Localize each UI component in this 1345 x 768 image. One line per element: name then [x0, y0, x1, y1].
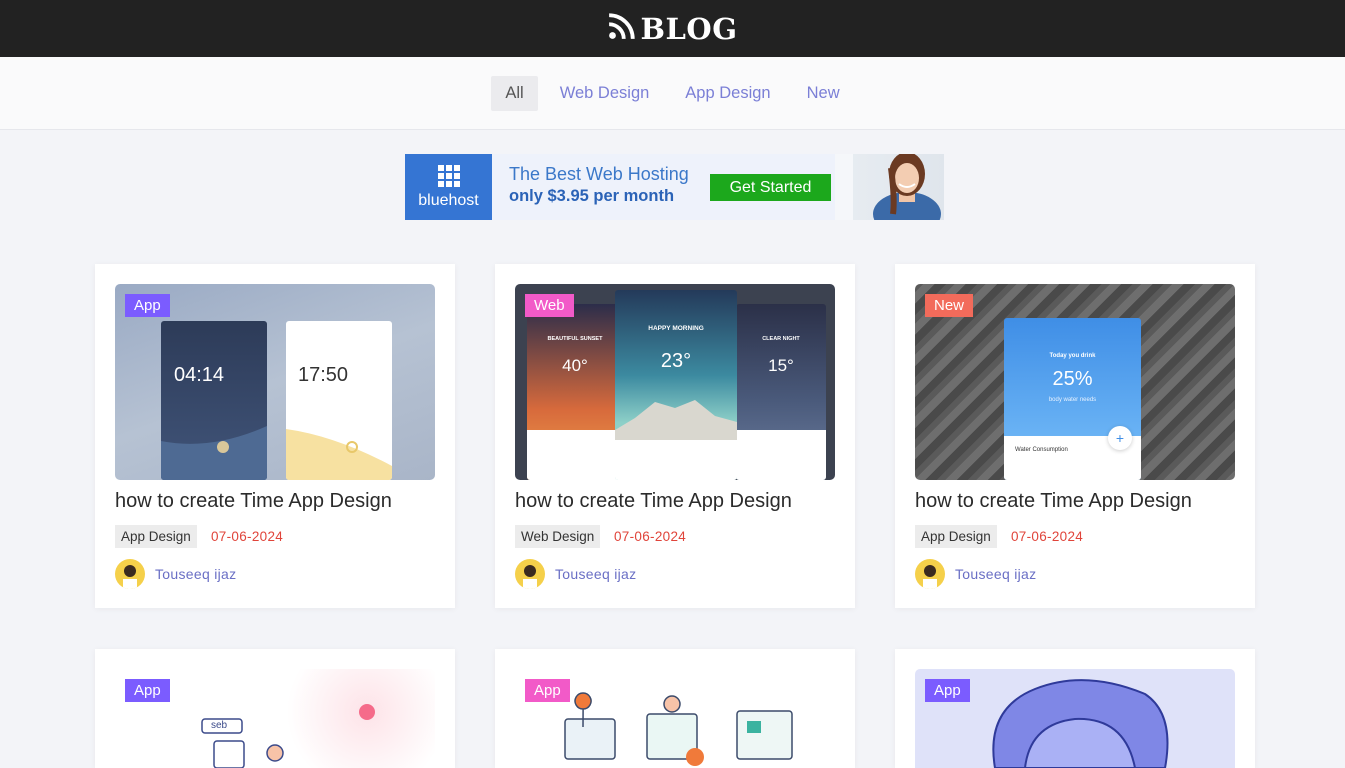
category-filter-bar: All Web Design App Design New: [0, 57, 1345, 130]
filter-all[interactable]: All: [491, 75, 538, 111]
post-title[interactable]: how to create Time App Design: [115, 490, 392, 513]
post-category-tag[interactable]: Web Design: [515, 525, 601, 548]
author-name[interactable]: Touseeq ijaz: [555, 566, 636, 582]
post-author[interactable]: Touseeq ijaz: [515, 559, 636, 589]
tag-text: seb: [211, 720, 228, 731]
phone-mockup-light: 17:50: [286, 321, 392, 480]
site-logo[interactable]: BLOG: [641, 12, 738, 46]
author-name[interactable]: Touseeq ijaz: [155, 566, 236, 582]
post-title[interactable]: how to create Time App Design: [515, 490, 792, 513]
bluehost-logo: bluehost: [405, 154, 492, 220]
avatar: [915, 559, 945, 589]
post-badge: App: [925, 679, 970, 702]
post-thumbnail[interactable]: App: [515, 669, 835, 768]
post-thumbnail[interactable]: New Today you drink 25% body water needs…: [915, 284, 1235, 480]
avatar: [115, 559, 145, 589]
post-badge: New: [925, 294, 974, 317]
add-button[interactable]: +: [1108, 426, 1132, 450]
filter-web-design[interactable]: Web Design: [546, 76, 664, 111]
weather-temp: 15°: [768, 356, 794, 375]
post-card[interactable]: App seb: [95, 649, 455, 768]
post-date: 07-06-2024: [211, 529, 284, 544]
post-thumbnail[interactable]: App 04:14 17:50: [115, 284, 435, 480]
ad-brand: bluehost: [418, 191, 479, 209]
post-thumbnail[interactable]: App: [915, 669, 1235, 768]
phone-mockup-dark: 04:14: [161, 321, 267, 480]
weather-card-night: CLEAR NIGHT 15°: [736, 304, 826, 480]
post-badge: App: [525, 679, 570, 702]
ad-photo: [835, 154, 944, 220]
post-category-tag[interactable]: App Design: [915, 525, 997, 548]
post-badge: Web: [525, 294, 574, 317]
ad-cta-button[interactable]: Get Started: [710, 174, 831, 201]
post-card[interactable]: App: [495, 649, 855, 768]
post-date: 07-06-2024: [1011, 529, 1084, 544]
post-thumbnail[interactable]: App seb: [115, 669, 435, 768]
ad-copy: The Best Web Hosting only $3.95 per mont…: [492, 154, 835, 220]
filter-new[interactable]: New: [793, 76, 854, 111]
ad-banner[interactable]: bluehost The Best Web Hosting only $3.95…: [405, 154, 944, 220]
grid-icon: [437, 164, 460, 187]
post-card[interactable]: App: [895, 649, 1255, 768]
author-name[interactable]: Touseeq ijaz: [955, 566, 1036, 582]
post-badge: App: [125, 294, 170, 317]
weather-card-morning: HAPPY MORNING 23°: [615, 290, 737, 480]
weather-temp: 40°: [562, 356, 588, 375]
water-label: Today you drink: [1049, 353, 1096, 359]
weather-card-sunset: BEAUTIFUL SUNSET 40°: [527, 304, 623, 480]
water-row-label: Water Consumption: [1015, 447, 1068, 453]
post-thumbnail[interactable]: Web BEAUTIFUL SUNSET 40° CLEAR NIGHT 15°…: [515, 284, 835, 480]
rss-icon: [608, 13, 635, 44]
post-title[interactable]: how to create Time App Design: [915, 490, 1192, 513]
post-author[interactable]: Touseeq ijaz: [915, 559, 1036, 589]
avatar: [515, 559, 545, 589]
post-author[interactable]: Touseeq ijaz: [115, 559, 236, 589]
post-category-tag[interactable]: App Design: [115, 525, 197, 548]
weather-label: CLEAR NIGHT: [762, 336, 800, 342]
water-app-mockup: Today you drink 25% body water needs Wat…: [1004, 318, 1141, 480]
post-card[interactable]: Web BEAUTIFUL SUNSET 40° CLEAR NIGHT 15°…: [495, 264, 855, 608]
post-card[interactable]: New Today you drink 25% body water needs…: [895, 264, 1255, 608]
post-card[interactable]: App 04:14 17:50 how to create Time App D…: [95, 264, 455, 608]
filter-app-design[interactable]: App Design: [671, 76, 784, 111]
site-header: BLOG: [0, 0, 1345, 57]
post-badge: App: [125, 679, 170, 702]
water-percent: 25%: [1052, 368, 1093, 390]
weather-label: BEAUTIFUL SUNSET: [547, 336, 603, 342]
post-date: 07-06-2024: [614, 529, 687, 544]
water-sublabel: body water needs: [1048, 397, 1097, 403]
